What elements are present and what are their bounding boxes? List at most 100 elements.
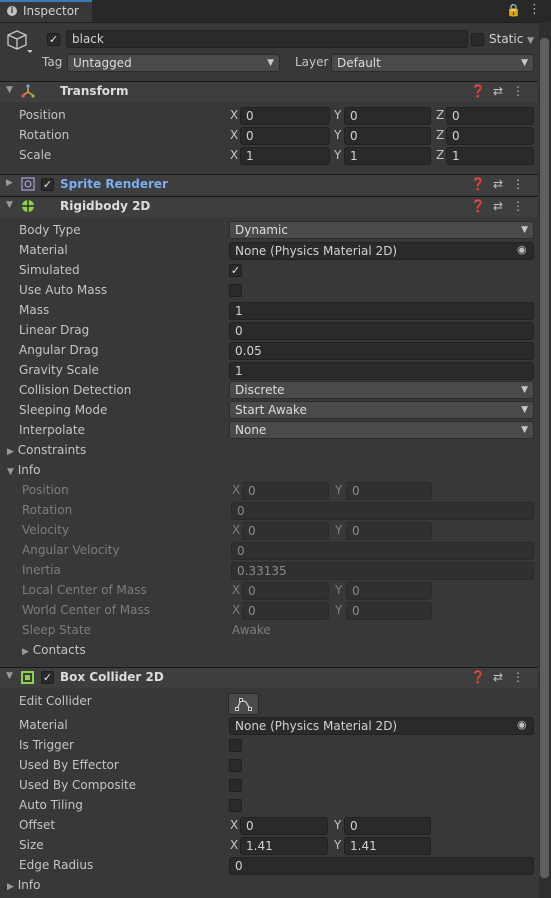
axis-y[interactable]: Y [334,148,341,162]
simulated-label: Simulated [19,263,80,277]
transform-title: Transform [60,84,129,98]
info-foldout[interactable]: ▼ Info [7,463,40,477]
info-local-com-y: 0 [346,582,432,600]
static-label[interactable]: Static ▼ [489,32,534,46]
material-object-field[interactable]: None (Physics Material 2D) [229,242,534,260]
axis-x[interactable]: X [230,148,238,162]
info-inertia-label: Inertia [22,563,61,577]
size-y-field[interactable]: 1.41 [344,837,431,855]
position-y-field[interactable]: 0 [344,107,431,125]
preset-icon[interactable]: ⇄ [488,84,508,98]
expand-triangle-icon[interactable]: ▼ [6,200,13,210]
rigidbody2d-icon [21,199,35,216]
offset-y-field[interactable]: 0 [344,817,431,835]
used-by-effector-checkbox[interactable] [229,759,242,772]
more-icon[interactable]: ⋮ [508,199,528,213]
collapse-triangle-icon[interactable]: ▶ [6,178,13,188]
body-type-dropdown[interactable]: Dynamic ▼ [229,221,534,239]
edit-collider-button[interactable] [228,693,259,715]
static-checkbox[interactable] [471,33,484,46]
collider-material-label: Material [19,718,68,732]
axis-y[interactable]: Y [334,838,341,852]
constraints-foldout[interactable]: ▶ Constraints [7,443,86,457]
box-collider2d-enabled-checkbox[interactable]: ✓ [41,671,54,684]
tag-dropdown[interactable]: Untagged ▼ [67,54,280,72]
help-icon[interactable]: ❓ [468,199,488,213]
size-label: Size [19,838,44,852]
object-picker-icon[interactable]: ◉ [517,243,527,256]
size-x-field[interactable]: 1.41 [240,837,328,855]
info-sleep-state-value: Awake [232,623,271,637]
use-auto-mass-checkbox[interactable] [229,284,242,297]
position-x-field[interactable]: 0 [240,107,330,125]
info-position-y: 0 [346,482,432,500]
lock-icon[interactable]: 🔒 [506,3,521,17]
sprite-renderer-enabled-checkbox[interactable]: ✓ [41,178,54,191]
collapse-triangle-icon: ▶ [7,447,14,457]
scale-x-field[interactable]: 1 [240,147,330,165]
help-icon[interactable]: ❓ [468,177,488,191]
expand-triangle-icon[interactable]: ▼ [6,85,13,95]
is-trigger-checkbox[interactable] [229,739,242,752]
axis-x[interactable]: X [230,818,238,832]
preset-icon[interactable]: ⇄ [488,670,508,684]
edit-collider-label: Edit Collider [19,694,92,708]
info-local-com-label: Local Center of Mass [22,583,147,597]
axis-y[interactable]: Y [334,128,341,142]
axis-y[interactable]: Y [334,108,341,122]
axis-z[interactable]: Z [436,148,444,162]
collision-detection-dropdown[interactable]: Discrete ▼ [229,381,534,399]
collider-info-foldout[interactable]: ▶ Info [7,878,40,892]
scrollbar-thumb[interactable] [540,38,549,878]
help-icon[interactable]: ❓ [468,670,488,684]
sprite-renderer-header[interactable]: ▶ ✓ Sprite Renderer ❓ ⇄ ⋮ [0,174,538,195]
angular-drag-field[interactable]: 0.05 [229,342,534,360]
collider-material-object-field[interactable]: None (Physics Material 2D) [229,717,534,735]
tab-label: Inspector [23,4,79,18]
auto-tiling-label: Auto Tiling [19,798,83,812]
rotation-x-field[interactable]: 0 [240,127,330,145]
linear-drag-field[interactable]: 0 [229,322,534,340]
mass-field[interactable]: 1 [229,302,534,320]
info-world-com-x: 0 [242,602,329,620]
more-icon[interactable]: ⋮ [508,177,528,191]
axis-x[interactable]: X [230,108,238,122]
sleeping-mode-dropdown[interactable]: Start Awake ▼ [229,401,534,419]
tab-inspector[interactable]: i Inspector [0,0,92,22]
axis-z[interactable]: Z [436,128,444,142]
rigidbody2d-header[interactable]: ▼ Rigidbody 2D ❓ ⇄ ⋮ [0,196,538,217]
auto-tiling-checkbox[interactable] [229,799,242,812]
box-collider2d-header[interactable]: ▼ ✓ Box Collider 2D ❓ ⇄ ⋮ [0,667,538,688]
interpolate-dropdown[interactable]: None ▼ [229,421,534,439]
menu-icon[interactable]: ⋮ [528,2,541,17]
scale-z-field[interactable]: 1 [446,147,534,165]
preset-icon[interactable]: ⇄ [488,177,508,191]
edge-radius-field[interactable]: 0 [229,857,534,875]
contacts-foldout[interactable]: ▶ Contacts [22,643,86,657]
axis-x[interactable]: X [230,838,238,852]
more-icon[interactable]: ⋮ [508,670,528,684]
gameobject-cube-icon[interactable] [6,29,33,55]
layer-label: Layer [295,55,329,69]
tag-label: Tag [42,55,63,69]
help-icon[interactable]: ❓ [468,84,488,98]
scale-y-field[interactable]: 1 [344,147,431,165]
object-picker-icon[interactable]: ◉ [517,718,527,731]
axis-y[interactable]: Y [334,818,341,832]
rotation-y-field[interactable]: 0 [344,127,431,145]
layer-dropdown[interactable]: Default ▼ [331,54,534,72]
offset-x-field[interactable]: 0 [240,817,328,835]
preset-icon[interactable]: ⇄ [488,199,508,213]
axis-z[interactable]: Z [436,108,444,122]
active-checkbox[interactable]: ✓ [47,33,60,46]
axis-x[interactable]: X [230,128,238,142]
gravity-scale-field[interactable]: 1 [229,362,534,380]
used-by-composite-checkbox[interactable] [229,779,242,792]
expand-triangle-icon[interactable]: ▼ [6,671,13,681]
simulated-checkbox[interactable]: ✓ [229,264,242,277]
more-icon[interactable]: ⋮ [508,84,528,98]
position-z-field[interactable]: 0 [446,107,534,125]
rotation-z-field[interactable]: 0 [446,127,534,145]
gameobject-name-field[interactable]: black [66,30,468,48]
transform-header[interactable]: ▼ Transform ❓ ⇄ ⋮ [0,81,538,102]
